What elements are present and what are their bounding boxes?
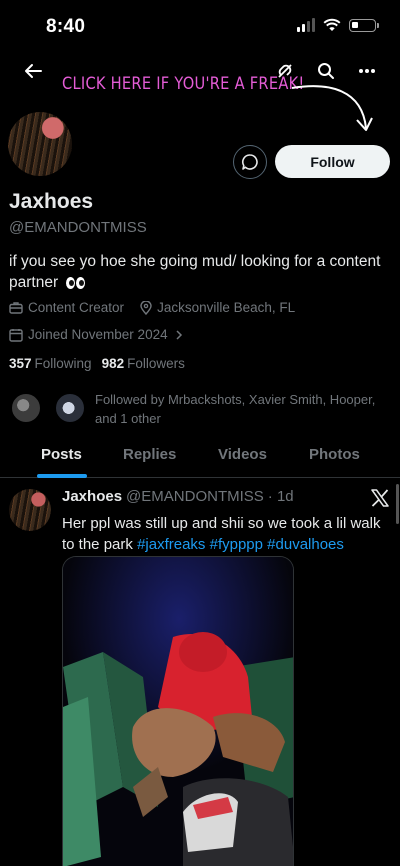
more-icon bbox=[359, 69, 375, 73]
briefcase-icon bbox=[9, 302, 23, 314]
post-video[interactable] bbox=[62, 556, 294, 866]
eyes-emoji bbox=[66, 276, 86, 289]
status-bar: 8:40 bbox=[0, 0, 400, 52]
wifi-icon bbox=[323, 18, 341, 31]
profile-display-name: Jaxhoes bbox=[9, 190, 94, 213]
profile-screen: 8:40 CLICK HERE IF YOU'RE A FREAK! Follo… bbox=[0, 0, 400, 866]
battery-icon bbox=[349, 18, 379, 32]
profile-bio: if you see yo hoe she going mud/ looking… bbox=[9, 251, 394, 293]
followed-by-text: Followed by Mrbackshots, Xavier Smith, H… bbox=[95, 392, 376, 426]
video-thumbnail bbox=[63, 557, 293, 866]
tab-posts[interactable]: Posts bbox=[41, 446, 82, 463]
profile-avatar[interactable] bbox=[8, 112, 72, 176]
post-header: Jaxhoes @EMANDONTMISS · 1d bbox=[62, 488, 294, 505]
following-stat[interactable]: 357 Following bbox=[9, 356, 92, 371]
status-time: 8:40 bbox=[46, 16, 86, 37]
post-author-avatar[interactable] bbox=[9, 489, 51, 531]
post-author-name[interactable]: Jaxhoes bbox=[62, 488, 122, 505]
follow-button[interactable]: Follow bbox=[275, 145, 390, 178]
hashtag-link[interactable]: #fypppp bbox=[210, 536, 263, 553]
back-button[interactable] bbox=[18, 56, 48, 86]
post-item[interactable]: Jaxhoes @EMANDONTMISS · 1d Her ppl was s… bbox=[0, 479, 400, 866]
promo-overlay-text: CLICK HERE IF YOU'RE A FREAK! bbox=[62, 74, 305, 94]
profile-joined-row[interactable]: Joined November 2024 bbox=[9, 327, 190, 342]
back-arrow-icon bbox=[25, 64, 42, 78]
profile-tabs: Posts Replies Videos Photos bbox=[0, 440, 400, 478]
followers-label: Followers bbox=[127, 356, 185, 371]
status-icons bbox=[297, 18, 379, 32]
bio-text: if you see yo hoe she going mud/ looking… bbox=[9, 253, 381, 291]
profile-location: Jacksonville Beach, FL bbox=[157, 300, 296, 315]
hashtag-link[interactable]: #duvalhoes bbox=[267, 536, 344, 553]
message-button[interactable] bbox=[233, 145, 267, 179]
calendar-icon bbox=[9, 328, 23, 342]
tab-photos[interactable]: Photos bbox=[309, 446, 360, 463]
following-label: Following bbox=[34, 356, 92, 371]
post-time: · 1d bbox=[267, 488, 294, 505]
hashtag-link[interactable]: #jaxfreaks bbox=[137, 536, 205, 553]
signal-icon bbox=[297, 18, 315, 32]
profile-meta-row: Content Creator Jacksonville Beach, FL bbox=[9, 300, 295, 315]
x-logo-icon bbox=[371, 489, 389, 507]
active-tab-indicator bbox=[37, 474, 87, 478]
profile-category: Content Creator bbox=[28, 300, 125, 315]
follower-avatar bbox=[10, 392, 42, 424]
search-icon bbox=[318, 63, 334, 79]
post-text: Her ppl was still up and shii so we took… bbox=[62, 513, 392, 555]
chevron-right-icon bbox=[176, 329, 182, 340]
follower-avatar bbox=[54, 392, 86, 424]
profile-handle: @EMANDONTMISS bbox=[9, 219, 147, 236]
profile-stats: 357 Following 982 Followers bbox=[9, 356, 185, 371]
following-count: 357 bbox=[9, 356, 32, 371]
profile-joined: Joined November 2024 bbox=[28, 327, 168, 342]
followers-count: 982 bbox=[101, 356, 125, 371]
tab-replies[interactable]: Replies bbox=[123, 446, 176, 463]
tab-videos[interactable]: Videos bbox=[218, 446, 267, 463]
message-icon bbox=[242, 154, 258, 170]
location-pin-icon bbox=[140, 300, 152, 315]
curved-arrow-icon bbox=[291, 85, 373, 131]
post-author-handle: @EMANDONTMISS bbox=[126, 488, 264, 505]
followed-by-preview[interactable]: Followed by Mrbackshots, Xavier Smith, H… bbox=[10, 390, 390, 430]
scrollbar[interactable] bbox=[396, 484, 399, 524]
followers-stat[interactable]: 982 Followers bbox=[102, 356, 185, 371]
